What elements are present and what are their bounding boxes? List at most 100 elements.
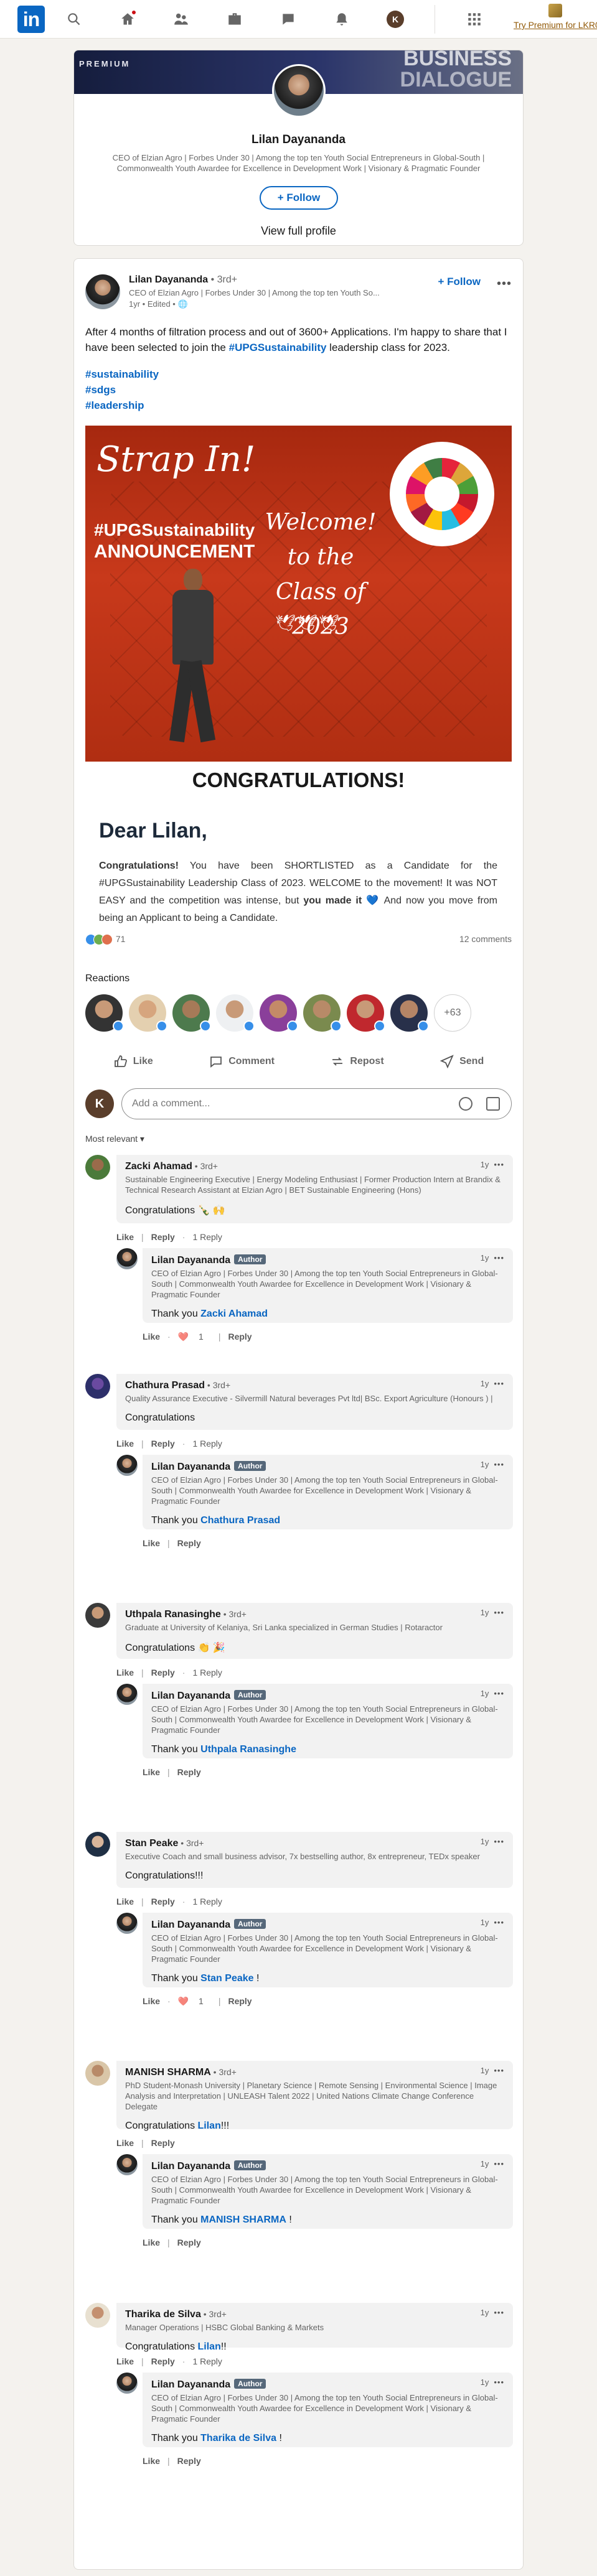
more-options-icon[interactable]: ••• bbox=[494, 1379, 504, 1388]
hashtag-link[interactable]: #leadership bbox=[85, 398, 159, 413]
comment-like-button[interactable]: Like bbox=[116, 1897, 134, 1906]
mention-link[interactable]: Lilan bbox=[198, 2341, 221, 2352]
more-options-icon[interactable]: ••• bbox=[494, 1837, 504, 1846]
comment-button[interactable]: Comment bbox=[209, 1054, 275, 1069]
commenter-name[interactable]: Stan Peake • 3rd+ bbox=[125, 1838, 504, 1849]
reply-reply-button[interactable]: Reply bbox=[177, 2238, 201, 2247]
more-options-icon[interactable]: ••• bbox=[497, 277, 512, 291]
premium-link[interactable]: Try Premium for LKR0 bbox=[514, 4, 597, 30]
comment-reply-button[interactable]: Reply bbox=[151, 2356, 175, 2366]
replies-count-link[interactable]: 1 Reply bbox=[192, 1232, 222, 1242]
profile-name[interactable]: Lilan Dayananda bbox=[74, 133, 523, 147]
reply-like-button[interactable]: Like bbox=[143, 1996, 160, 2006]
replies-count-link[interactable]: 1 Reply bbox=[192, 1668, 222, 1678]
reply-reply-button[interactable]: Reply bbox=[228, 1996, 251, 2006]
post-author-name[interactable]: Lilan Dayananda • 3rd+ bbox=[129, 274, 237, 286]
reactor-avatar[interactable] bbox=[216, 994, 255, 1032]
image-icon[interactable] bbox=[486, 1097, 500, 1111]
reply-author-name[interactable]: Lilan Dayananda Author bbox=[151, 1254, 504, 1266]
mention-link[interactable]: Chathura Prasad bbox=[200, 1515, 280, 1526]
comment-like-button[interactable]: Like bbox=[116, 2356, 134, 2366]
reply-like-button[interactable]: Like bbox=[143, 2238, 160, 2247]
reply-author-name[interactable]: Lilan Dayananda Author bbox=[151, 2160, 504, 2172]
search-icon[interactable] bbox=[60, 7, 88, 32]
comment-sort-dropdown[interactable]: Most relevant ▾ bbox=[85, 1134, 144, 1144]
commenter-avatar[interactable] bbox=[85, 1603, 110, 1628]
reply-author-avatar[interactable] bbox=[116, 1248, 138, 1269]
post-author-avatar[interactable] bbox=[85, 274, 120, 309]
comment-reply-button[interactable]: Reply bbox=[151, 1668, 175, 1678]
hashtag-link[interactable]: #sdgs bbox=[85, 382, 159, 398]
reply-reply-button[interactable]: Reply bbox=[177, 2456, 201, 2466]
mention-link[interactable]: Stan Peake bbox=[200, 1973, 253, 1984]
commenter-avatar[interactable] bbox=[85, 2303, 110, 2328]
more-options-icon[interactable]: ••• bbox=[494, 1460, 504, 1469]
hashtag-link[interactable]: #sustainability bbox=[85, 366, 159, 382]
jobs-icon[interactable] bbox=[220, 7, 249, 32]
reply-author-avatar[interactable] bbox=[116, 2154, 138, 2175]
reply-author-name[interactable]: Lilan Dayananda Author bbox=[151, 1919, 504, 1931]
commenter-avatar[interactable] bbox=[85, 1374, 110, 1399]
more-reactors-count[interactable]: +63 bbox=[434, 994, 471, 1032]
comment-reply-button[interactable]: Reply bbox=[151, 2138, 175, 2148]
commenter-name[interactable]: MANISH SHARMA • 3rd+ bbox=[125, 2067, 504, 2078]
home-icon[interactable] bbox=[113, 7, 142, 32]
like-button[interactable]: Like bbox=[113, 1054, 153, 1069]
more-options-icon[interactable]: ••• bbox=[494, 1918, 504, 1927]
more-options-icon[interactable]: ••• bbox=[494, 2378, 504, 2387]
reactor-avatar[interactable] bbox=[303, 994, 342, 1032]
more-options-icon[interactable]: ••• bbox=[494, 2066, 504, 2075]
reply-reply-button[interactable]: Reply bbox=[177, 1767, 201, 1777]
reply-author-name[interactable]: Lilan Dayananda Author bbox=[151, 2379, 504, 2391]
reactor-avatar[interactable] bbox=[129, 994, 167, 1032]
reply-author-name[interactable]: Lilan Dayananda Author bbox=[151, 1461, 504, 1473]
reply-author-avatar[interactable] bbox=[116, 1913, 138, 1934]
reply-like-button[interactable]: Like bbox=[143, 1767, 160, 1777]
emoji-icon[interactable] bbox=[459, 1097, 472, 1111]
reply-author-avatar[interactable] bbox=[116, 1684, 138, 1705]
commenter-name[interactable]: Uthpala Ranasinghe • 3rd+ bbox=[125, 1609, 504, 1620]
more-options-icon[interactable]: ••• bbox=[494, 1689, 504, 1698]
commenter-avatar[interactable] bbox=[85, 1832, 110, 1857]
comment-like-button[interactable]: Like bbox=[116, 1232, 134, 1242]
reply-author-avatar[interactable] bbox=[116, 1455, 138, 1476]
replies-count-link[interactable]: 1 Reply bbox=[192, 1439, 222, 1449]
reactor-avatar[interactable] bbox=[260, 994, 298, 1032]
reactor-avatar[interactable] bbox=[85, 994, 124, 1032]
linkedin-logo[interactable]: in bbox=[17, 5, 45, 33]
comment-count[interactable]: 12 comments bbox=[459, 934, 512, 944]
replies-count-link[interactable]: 1 Reply bbox=[192, 2356, 222, 2366]
view-full-profile-link[interactable]: View full profile bbox=[74, 225, 523, 238]
network-icon[interactable] bbox=[167, 7, 195, 32]
comment-like-button[interactable]: Like bbox=[116, 1668, 134, 1678]
reaction-count[interactable]: 71 bbox=[116, 934, 126, 944]
me-menu[interactable]: K bbox=[381, 7, 410, 32]
reply-author-name[interactable]: Lilan Dayananda Author bbox=[151, 1690, 504, 1702]
repost-button[interactable]: Repost bbox=[330, 1054, 384, 1069]
comment-reply-button[interactable]: Reply bbox=[151, 1439, 175, 1449]
send-button[interactable]: Send bbox=[440, 1054, 484, 1069]
mention-link[interactable]: Tharika de Silva bbox=[200, 2433, 276, 2443]
more-options-icon[interactable]: ••• bbox=[494, 1160, 504, 1169]
follow-button[interactable]: + Follow bbox=[260, 186, 338, 210]
messaging-icon[interactable] bbox=[274, 7, 303, 32]
commenter-avatar[interactable] bbox=[85, 1155, 110, 1180]
reply-reaction-count[interactable]: ❤️ 1 bbox=[178, 1332, 211, 1342]
post-hashtag-link[interactable]: #UPGSustainability bbox=[229, 342, 327, 353]
reply-author-avatar[interactable] bbox=[116, 2373, 138, 2394]
comment-like-button[interactable]: Like bbox=[116, 1439, 134, 1449]
commenter-avatar[interactable] bbox=[85, 2061, 110, 2086]
comment-like-button[interactable]: Like bbox=[116, 2138, 134, 2148]
reactor-avatar[interactable] bbox=[390, 994, 429, 1032]
mention-link[interactable]: Zacki Ahamad bbox=[200, 1309, 268, 1319]
post-follow-button[interactable]: + Follow bbox=[438, 276, 481, 288]
replies-count-link[interactable]: 1 Reply bbox=[192, 1897, 222, 1906]
post-image[interactable]: Strap In! #UPGSustainability ANNOUNCEMEN… bbox=[85, 426, 512, 762]
reactor-avatar[interactable] bbox=[172, 994, 211, 1032]
more-options-icon[interactable]: ••• bbox=[494, 2159, 504, 2168]
more-options-icon[interactable]: ••• bbox=[494, 1608, 504, 1617]
mention-link[interactable]: Uthpala Ranasinghe bbox=[200, 1744, 296, 1755]
notifications-icon[interactable] bbox=[327, 7, 356, 32]
mention-link[interactable]: MANISH SHARMA bbox=[200, 2214, 286, 2225]
comment-input[interactable]: Add a comment... bbox=[121, 1088, 512, 1119]
